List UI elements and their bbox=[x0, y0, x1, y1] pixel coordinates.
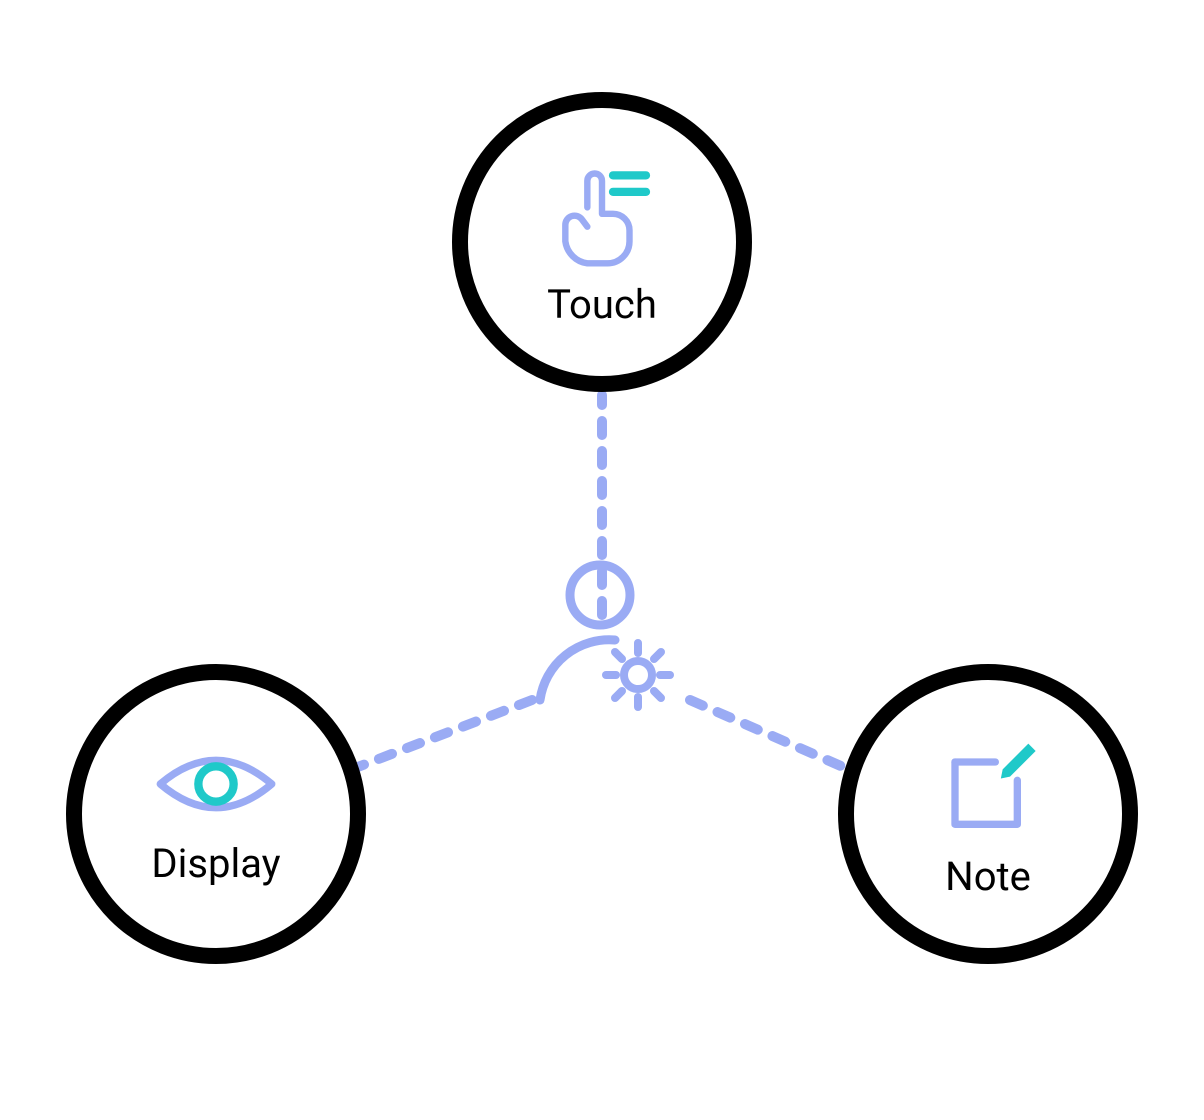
user-settings-icon bbox=[520, 555, 700, 735]
node-display-label: Display bbox=[151, 840, 280, 887]
diagram-canvas: Touch Display Note bbox=[0, 0, 1204, 1120]
node-note-label: Note bbox=[945, 853, 1031, 900]
node-display[interactable]: Display bbox=[66, 664, 366, 964]
node-touch[interactable]: Touch bbox=[452, 92, 752, 392]
note-icon bbox=[933, 729, 1043, 839]
node-touch-label: Touch bbox=[547, 281, 657, 328]
eye-icon bbox=[151, 742, 281, 826]
touch-icon bbox=[547, 157, 657, 267]
node-note[interactable]: Note bbox=[838, 664, 1138, 964]
